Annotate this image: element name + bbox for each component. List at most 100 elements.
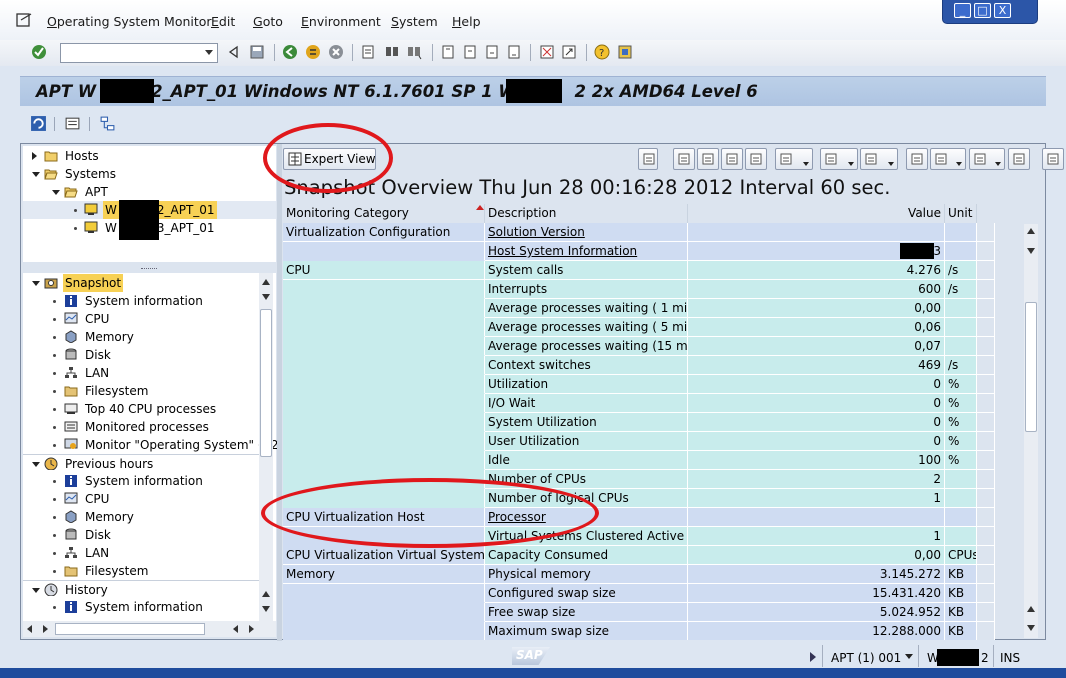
cancel-icon[interactable] [328,44,344,60]
collapse-arrow-icon[interactable] [32,172,40,177]
menu-system[interactable]: System [391,14,438,29]
scroll-thumb[interactable] [1025,302,1037,432]
cell-category[interactable] [283,356,485,375]
exit-icon[interactable] [305,44,321,60]
tree-item[interactable]: CPU [23,490,259,508]
menu-environment[interactable]: Environment [301,14,381,29]
tree-item-hosts[interactable]: Hosts [23,147,276,165]
create-session-icon[interactable] [539,44,555,60]
tree-item[interactable]: Disk [23,346,259,364]
print-icon[interactable] [360,44,376,60]
collapse-arrow-icon[interactable] [32,462,40,467]
tree-item[interactable]: Filesystem [23,562,259,580]
print-preview-button[interactable] [673,148,695,170]
tree-group-history[interactable]: History [23,580,259,598]
cell-category[interactable] [283,337,485,356]
save-icon[interactable] [249,44,265,60]
tree-item[interactable]: Disk [23,526,259,544]
cell-category[interactable] [283,242,485,261]
sum-button[interactable] [820,148,858,170]
back-arrow-icon[interactable] [226,44,242,60]
cell-description[interactable]: Solution Version [485,223,688,242]
scroll-down-arrow-icon[interactable] [1027,248,1035,254]
cell-category[interactable] [283,394,485,413]
cell-category[interactable] [283,451,485,470]
first-page-icon[interactable] [440,44,456,60]
column-header-category[interactable]: Monitoring Category [283,204,485,223]
scroll-down-arrow-icon[interactable] [262,294,270,300]
layout-grid-button[interactable] [1008,148,1030,170]
tree-group-previous-hours[interactable]: Previous hours [23,454,259,472]
shortcut-icon[interactable] [561,44,577,60]
column-header-unit[interactable]: Unit [945,204,977,223]
cell-category[interactable] [283,413,485,432]
cell-category[interactable] [283,375,485,394]
hierarchy-icon[interactable] [99,115,116,132]
enter-check-icon[interactable] [31,44,47,60]
find-icon[interactable] [384,44,400,60]
scroll-up-arrow-icon[interactable] [1027,606,1035,612]
cell-description[interactable]: Host System Information [485,242,688,261]
menu-edit[interactable]: Edit [211,14,235,29]
previous-page-icon[interactable] [462,44,478,60]
tree-item[interactable]: System information [23,598,259,616]
tree-item[interactable]: LAN [23,544,259,562]
minimize-button[interactable]: _ [954,3,971,18]
tree-item-apt[interactable]: APT [23,183,276,201]
scroll-up-arrow-icon[interactable] [1027,228,1035,234]
pane-splitter[interactable] [277,144,282,641]
collapse-arrow-icon[interactable] [32,281,40,286]
chevron-down-icon[interactable] [995,162,1001,166]
customize-layout-icon[interactable] [617,44,633,60]
next-page-icon[interactable] [484,44,500,60]
tree-item[interactable]: Memory [23,508,259,526]
cell-category[interactable] [283,622,485,640]
export-button[interactable] [969,148,1005,170]
close-button[interactable]: X [994,3,1011,18]
command-field[interactable] [60,43,218,63]
filter-button[interactable] [697,148,719,170]
sort-ascending-icon[interactable] [476,205,484,210]
chevron-down-icon[interactable] [205,50,213,55]
cell-category[interactable]: CPU Virtualization Virtual System [283,546,485,565]
cell-category[interactable]: Virtualization Configuration [283,223,485,242]
set-filter-button[interactable] [775,148,813,170]
find-next-button[interactable] [745,148,767,170]
scroll-down-arrow-icon[interactable] [262,606,270,612]
find-next-icon[interactable] [406,44,422,60]
tree-horizontal-scrollbar[interactable] [23,621,276,637]
tree-item[interactable]: System information [23,472,259,490]
tree-item[interactable]: Top 40 CPU processes [23,400,259,418]
last-page-icon[interactable] [506,44,522,60]
column-header-value[interactable]: Value [688,204,945,223]
find-button[interactable] [721,148,743,170]
column-chart-button[interactable] [1042,148,1064,170]
subtotal-button[interactable] [860,148,898,170]
chevron-down-icon[interactable] [888,162,894,166]
views-button[interactable] [930,148,966,170]
tree-item[interactable]: Filesystem [23,382,259,400]
list-view-icon[interactable] [64,115,81,132]
cell-category[interactable] [283,603,485,622]
scroll-up-arrow-icon[interactable] [262,591,270,597]
tree-item[interactable]: LAN [23,364,259,382]
cell-category[interactable]: CPU [283,261,485,280]
column-header-description[interactable]: Description [485,204,688,223]
menu-help[interactable]: Help [452,14,481,29]
tree-scrollbar[interactable] [259,273,273,621]
tree-item[interactable]: CPU [23,310,259,328]
details-button[interactable] [638,148,658,170]
cell-category[interactable] [283,584,485,603]
chevron-down-icon[interactable] [803,162,809,166]
scroll-right-arrow-icon[interactable] [249,625,254,633]
system-menu-icon[interactable] [16,12,34,28]
cell-category[interactable] [283,432,485,451]
back-icon[interactable] [282,44,298,60]
expand-arrow-icon[interactable] [32,152,37,160]
cell-category[interactable] [283,318,485,337]
refresh-icon[interactable] [30,115,47,132]
scroll-down-arrow-icon[interactable] [1027,625,1035,631]
scroll-up-arrow-icon[interactable] [262,279,270,285]
chevron-down-icon[interactable] [848,162,854,166]
tree-item[interactable]: System information [23,292,259,310]
